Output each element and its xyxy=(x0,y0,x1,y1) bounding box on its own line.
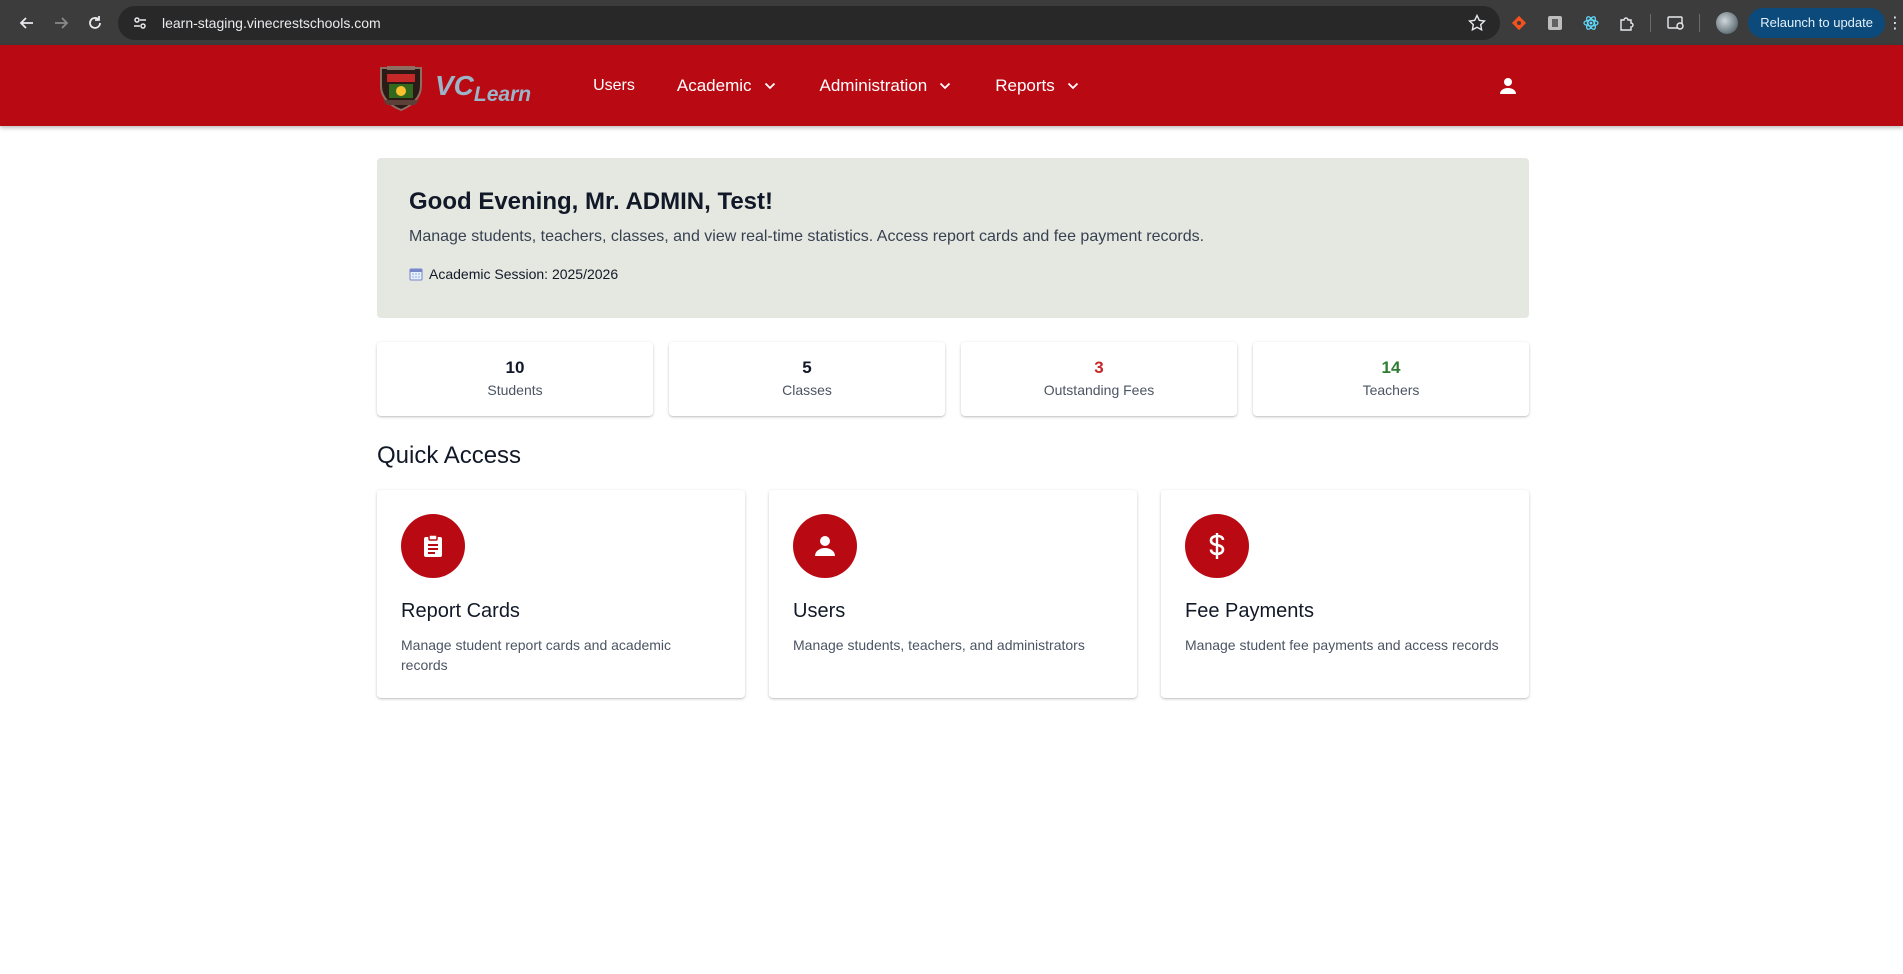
card-title: Fee Payments xyxy=(1185,600,1314,622)
chevron-down-icon xyxy=(940,82,951,89)
profile-avatar[interactable] xyxy=(1716,11,1739,34)
forward-arrow-icon xyxy=(55,16,69,29)
card-icon-circle xyxy=(1185,514,1249,578)
nav-academic[interactable]: Academic xyxy=(677,76,776,96)
stat-value: 3 xyxy=(1094,358,1104,377)
school-crest-icon xyxy=(380,65,422,111)
relaunch-button[interactable]: Relaunch to update xyxy=(1748,7,1885,38)
quick-access-cards: Report Cards Manage student report cards… xyxy=(377,490,1529,698)
brand-vc: VC xyxy=(435,69,474,101)
stat-card-outstanding-fees: 3 Outstanding Fees xyxy=(961,342,1237,416)
nav-administration[interactable]: Administration xyxy=(820,76,952,96)
stats-row: 10 Students 5 Classes 3 Outstanding Fees… xyxy=(377,342,1529,416)
nav-users-label: Users xyxy=(593,76,635,94)
extension-git-icon[interactable] xyxy=(1502,6,1536,40)
person-icon xyxy=(815,536,835,556)
academic-session: Academic Session: 2025/2026 xyxy=(409,266,1497,282)
dashboard-content: Good Evening, Mr. ADMIN, Test! Manage st… xyxy=(377,158,1529,698)
card-icon-circle xyxy=(401,514,465,578)
back-button[interactable] xyxy=(10,6,44,40)
person-icon xyxy=(1500,77,1516,94)
browser-toolbar: learn-staging.vinecrestschools.com Relau… xyxy=(0,0,1903,45)
stat-value: 10 xyxy=(505,358,525,377)
brand-name: VCLearn xyxy=(435,69,531,106)
logo[interactable]: VCLearn xyxy=(375,60,531,112)
stat-label: Outstanding Fees xyxy=(1043,382,1155,398)
menu-dots-icon[interactable]: ⋮ xyxy=(1887,13,1903,33)
chevron-down-icon xyxy=(764,82,775,89)
dollar-icon xyxy=(1209,533,1225,559)
toolbar-divider xyxy=(1699,13,1701,32)
card-description: Manage student report cards and academic… xyxy=(401,637,672,673)
stat-value: 5 xyxy=(802,358,812,377)
extension-react-icon[interactable] xyxy=(1574,6,1608,40)
app-header: VCLearn Users Academic Administration Re… xyxy=(0,45,1903,126)
brand-learn: Learn xyxy=(473,82,532,106)
welcome-banner: Good Evening, Mr. ADMIN, Test! Manage st… xyxy=(377,158,1529,318)
chevron-down-icon xyxy=(1067,82,1078,89)
quick-access-report-cards[interactable]: Report Cards Manage student report cards… xyxy=(377,490,745,698)
extensions-puzzle-icon[interactable] xyxy=(1610,6,1644,40)
calendar-icon xyxy=(409,268,423,281)
extension-square-icon[interactable] xyxy=(1538,6,1572,40)
bookmark-star-icon[interactable] xyxy=(1468,13,1487,32)
greeting-heading: Good Evening, Mr. ADMIN, Test! xyxy=(409,188,774,215)
card-icon-circle xyxy=(793,514,857,578)
session-text: Academic Session: 2025/2026 xyxy=(429,266,619,282)
welcome-description: Manage students, teachers, classes, and … xyxy=(409,228,1205,245)
stat-label: Students xyxy=(487,382,543,398)
stat-card-students: 10 Students xyxy=(377,342,653,416)
nav-reports-label: Reports xyxy=(995,75,1055,95)
site-info-icon[interactable] xyxy=(132,15,148,31)
card-description: Manage student fee payments and access r… xyxy=(1185,637,1499,653)
nav-administration-label: Administration xyxy=(819,75,928,95)
nav-users[interactable]: Users xyxy=(593,77,635,95)
stat-label: Classes xyxy=(782,382,832,398)
nav-reports[interactable]: Reports xyxy=(995,76,1079,96)
stat-card-teachers: 14 Teachers xyxy=(1253,342,1529,416)
quick-access-users[interactable]: Users Manage students, teachers, and adm… xyxy=(769,490,1137,698)
toolbar-divider xyxy=(1650,13,1652,32)
stat-label: Teachers xyxy=(1362,382,1420,398)
card-title: Report Cards xyxy=(401,600,520,622)
quick-access-heading: Quick Access xyxy=(377,442,522,469)
stat-value: 14 xyxy=(1381,358,1401,377)
stat-card-classes: 5 Classes xyxy=(669,342,945,416)
address-bar[interactable]: learn-staging.vinecrestschools.com xyxy=(118,5,1501,40)
back-arrow-icon xyxy=(19,16,33,29)
nav-academic-label: Academic xyxy=(676,75,752,95)
tab-search-icon[interactable] xyxy=(1659,6,1693,40)
forward-button[interactable] xyxy=(44,6,78,40)
main-nav: Users Academic Administration Reports xyxy=(593,76,1123,96)
card-title: Users xyxy=(793,600,846,622)
account-button[interactable] xyxy=(1490,68,1526,104)
clipboard-icon xyxy=(424,534,442,557)
reload-button[interactable] xyxy=(78,6,112,40)
card-description: Manage students, teachers, and administr… xyxy=(793,637,1085,653)
quick-access-fee-payments[interactable]: Fee Payments Manage student fee payments… xyxy=(1161,490,1529,698)
reload-icon xyxy=(89,15,101,29)
url-text[interactable]: learn-staging.vinecrestschools.com xyxy=(162,15,381,31)
